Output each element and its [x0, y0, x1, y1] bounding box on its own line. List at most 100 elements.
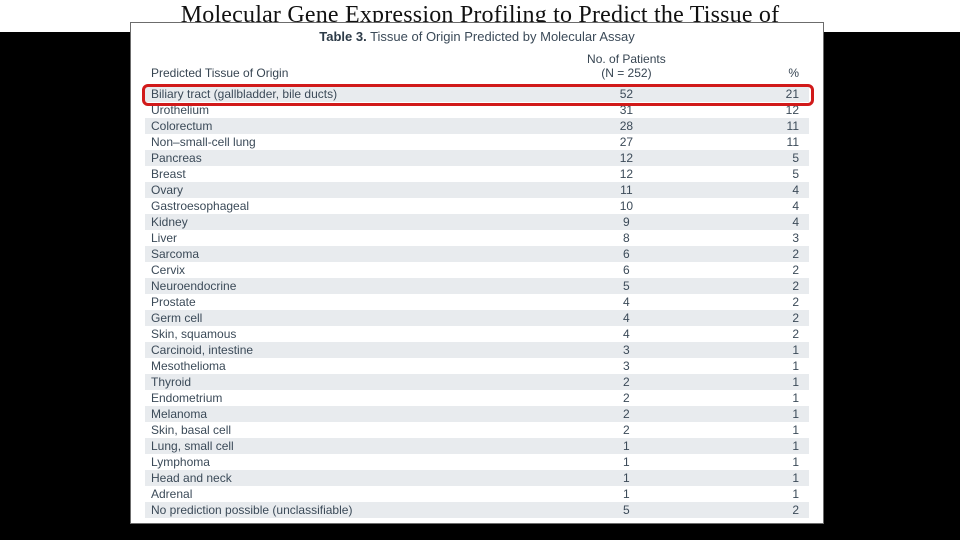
header-pct: %	[709, 50, 809, 86]
table-body: Biliary tract (gallbladder, bile ducts)5…	[145, 86, 809, 518]
cell-pct: 11	[709, 134, 809, 150]
table-row: No prediction possible (unclassifiable)5…	[145, 502, 809, 518]
cell-n: 5	[543, 502, 709, 518]
cell-pct: 11	[709, 118, 809, 134]
cell-pct: 1	[709, 422, 809, 438]
cell-pct: 2	[709, 278, 809, 294]
table-row: Neuroendocrine52	[145, 278, 809, 294]
cell-n: 10	[543, 198, 709, 214]
cell-n: 1	[543, 438, 709, 454]
cell-tissue: Adrenal	[145, 486, 543, 502]
cell-pct: 12	[709, 102, 809, 118]
cell-n: 2	[543, 422, 709, 438]
cell-tissue: Carcinoid, intestine	[145, 342, 543, 358]
cell-pct: 2	[709, 246, 809, 262]
table-row: Lung, small cell11	[145, 438, 809, 454]
cell-tissue: Endometrium	[145, 390, 543, 406]
cell-n: 3	[543, 342, 709, 358]
cell-pct: 21	[709, 86, 809, 102]
cell-n: 6	[543, 262, 709, 278]
cell-pct: 4	[709, 182, 809, 198]
cell-n: 28	[543, 118, 709, 134]
table-row: Skin, basal cell21	[145, 422, 809, 438]
table-row: Biliary tract (gallbladder, bile ducts)5…	[145, 86, 809, 102]
cell-tissue: Mesothelioma	[145, 358, 543, 374]
cell-tissue: Non–small-cell lung	[145, 134, 543, 150]
table-row: Mesothelioma31	[145, 358, 809, 374]
cell-n: 1	[543, 470, 709, 486]
cell-pct: 3	[709, 230, 809, 246]
cell-tissue: Pancreas	[145, 150, 543, 166]
table-row: Liver83	[145, 230, 809, 246]
cell-tissue: Thyroid	[145, 374, 543, 390]
cell-pct: 1	[709, 358, 809, 374]
cell-pct: 2	[709, 502, 809, 518]
cell-n: 2	[543, 390, 709, 406]
header-n: No. of Patients (N = 252)	[543, 50, 709, 86]
cell-tissue: Cervix	[145, 262, 543, 278]
cell-tissue: No prediction possible (unclassifiable)	[145, 502, 543, 518]
cell-pct: 2	[709, 310, 809, 326]
cell-n: 8	[543, 230, 709, 246]
cell-tissue: Gastroesophageal	[145, 198, 543, 214]
cell-n: 1	[543, 454, 709, 470]
cell-tissue: Melanoma	[145, 406, 543, 422]
cell-tissue: Kidney	[145, 214, 543, 230]
table-row: Cervix62	[145, 262, 809, 278]
table-row: Carcinoid, intestine31	[145, 342, 809, 358]
cell-pct: 2	[709, 326, 809, 342]
data-table: Predicted Tissue of Origin No. of Patien…	[145, 50, 809, 518]
table-row: Lymphoma11	[145, 454, 809, 470]
cell-tissue: Head and neck	[145, 470, 543, 486]
slide-stage: Molecular Gene Expression Profiling to P…	[0, 0, 960, 540]
table-row: Gastroesophageal104	[145, 198, 809, 214]
table-row: Kidney94	[145, 214, 809, 230]
cell-pct: 5	[709, 150, 809, 166]
table-row: Prostate42	[145, 294, 809, 310]
cell-pct: 1	[709, 470, 809, 486]
header-n-line2: (N = 252)	[547, 66, 705, 80]
table-row: Adrenal11	[145, 486, 809, 502]
cell-n: 12	[543, 166, 709, 182]
table-row: Ovary114	[145, 182, 809, 198]
cell-n: 2	[543, 406, 709, 422]
cell-tissue: Skin, basal cell	[145, 422, 543, 438]
cell-pct: 4	[709, 214, 809, 230]
cell-pct: 1	[709, 374, 809, 390]
table-header: Predicted Tissue of Origin No. of Patien…	[145, 50, 809, 86]
cell-tissue: Colorectum	[145, 118, 543, 134]
header-n-line1: No. of Patients	[547, 52, 705, 66]
table-row: Urothelium3112	[145, 102, 809, 118]
cell-n: 12	[543, 150, 709, 166]
cell-n: 9	[543, 214, 709, 230]
cell-pct: 2	[709, 262, 809, 278]
cell-n: 4	[543, 294, 709, 310]
table-row: Sarcoma62	[145, 246, 809, 262]
cell-pct: 4	[709, 198, 809, 214]
table-row: Skin, squamous42	[145, 326, 809, 342]
cell-n: 11	[543, 182, 709, 198]
cell-n: 6	[543, 246, 709, 262]
cell-n: 4	[543, 326, 709, 342]
cell-tissue: Biliary tract (gallbladder, bile ducts)	[145, 86, 543, 102]
table-row: Pancreas125	[145, 150, 809, 166]
table-row: Endometrium21	[145, 390, 809, 406]
cell-tissue: Liver	[145, 230, 543, 246]
cell-pct: 1	[709, 438, 809, 454]
cell-n: 2	[543, 374, 709, 390]
cell-tissue: Neuroendocrine	[145, 278, 543, 294]
table-row: Breast125	[145, 166, 809, 182]
cell-n: 31	[543, 102, 709, 118]
cell-n: 5	[543, 278, 709, 294]
cell-tissue: Ovary	[145, 182, 543, 198]
cell-tissue: Skin, squamous	[145, 326, 543, 342]
cell-n: 52	[543, 86, 709, 102]
cell-n: 1	[543, 486, 709, 502]
cell-tissue: Prostate	[145, 294, 543, 310]
cell-n: 3	[543, 358, 709, 374]
cell-pct: 1	[709, 406, 809, 422]
header-tissue: Predicted Tissue of Origin	[145, 50, 543, 86]
cell-pct: 1	[709, 342, 809, 358]
cell-tissue: Breast	[145, 166, 543, 182]
table-row: Melanoma21	[145, 406, 809, 422]
